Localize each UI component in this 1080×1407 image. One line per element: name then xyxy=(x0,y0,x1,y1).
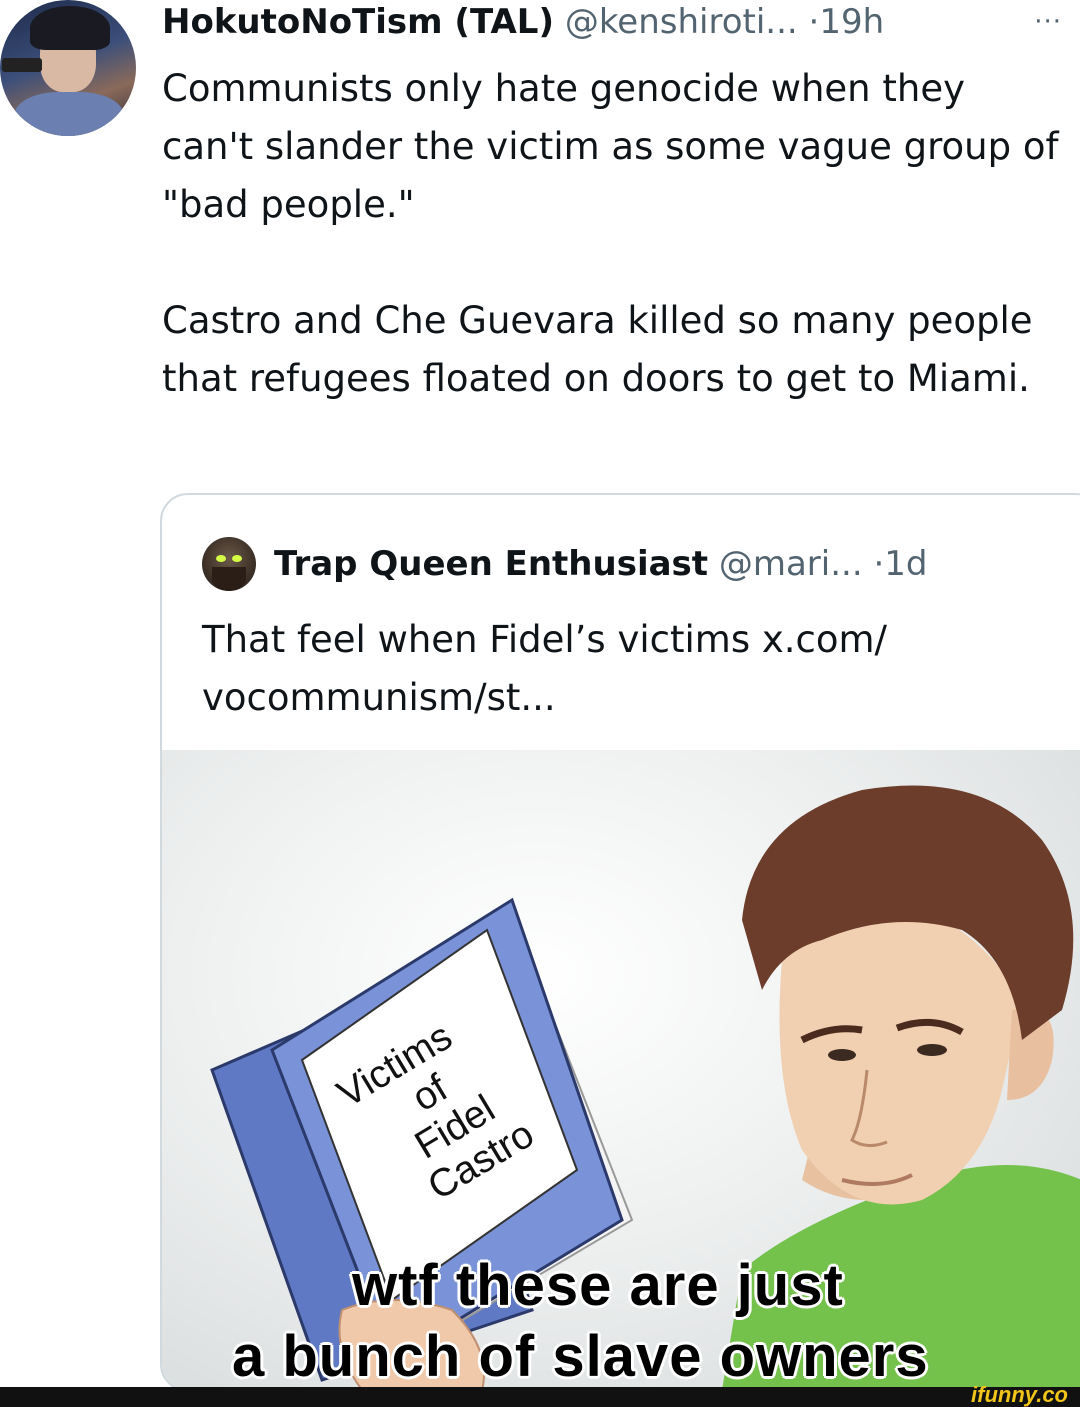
watermark-bar xyxy=(0,1387,1080,1407)
avatar-eye xyxy=(232,555,242,562)
quoted-tweet-card[interactable]: Trap Queen Enthusiast @mari... ·1d That … xyxy=(160,493,1080,1392)
quoted-display-name[interactable]: Trap Queen Enthusiast xyxy=(274,544,708,584)
more-horizontal-icon[interactable]: ··· xyxy=(1034,0,1062,44)
avatar-hair xyxy=(30,6,110,50)
separator-dot: · xyxy=(873,544,885,584)
quoted-user-avatar[interactable] xyxy=(202,537,256,591)
tweet-paragraph-2: Castro and Che Guevara killed so many pe… xyxy=(162,299,1045,400)
watermark-logo: ifunny.co xyxy=(971,1382,1068,1407)
eye xyxy=(917,1044,947,1056)
quoted-user-handle[interactable]: @mari... xyxy=(719,544,863,584)
meme-image[interactable]: Victims of Fidel Castro wtf these are ju… xyxy=(162,750,1080,1390)
eye xyxy=(828,1049,856,1061)
display-name[interactable]: HokutoNoTism (TAL) xyxy=(162,2,554,42)
avatar-eye xyxy=(216,555,226,562)
avatar-coat xyxy=(14,92,124,136)
avatar-gun xyxy=(2,58,42,72)
user-avatar[interactable] xyxy=(0,0,136,136)
tweet-text: Communists only hate genocide when they … xyxy=(162,60,1067,408)
tweet-paragraph-1: Communists only hate genocide when they … xyxy=(162,67,1071,226)
meme-caption-line-2: a bunch of slave owners xyxy=(232,1324,929,1389)
quoted-tweet-header: Trap Queen Enthusiast @mari... ·1d xyxy=(274,535,928,593)
tweet-header: HokutoNoTism (TAL) @kenshiroti... ·19h ·… xyxy=(162,0,1062,44)
quoted-timestamp[interactable]: 1d xyxy=(884,544,927,584)
avatar-beard xyxy=(212,567,246,591)
timestamp[interactable]: 19h xyxy=(819,2,884,42)
user-handle[interactable]: @kenshiroti... xyxy=(565,2,798,42)
separator-dot: · xyxy=(808,2,820,42)
quoted-tweet-text: That feel when Fidel’s victims x.com/ vo… xyxy=(202,618,888,719)
meme-caption-line-1: wtf these are just xyxy=(352,1253,844,1318)
